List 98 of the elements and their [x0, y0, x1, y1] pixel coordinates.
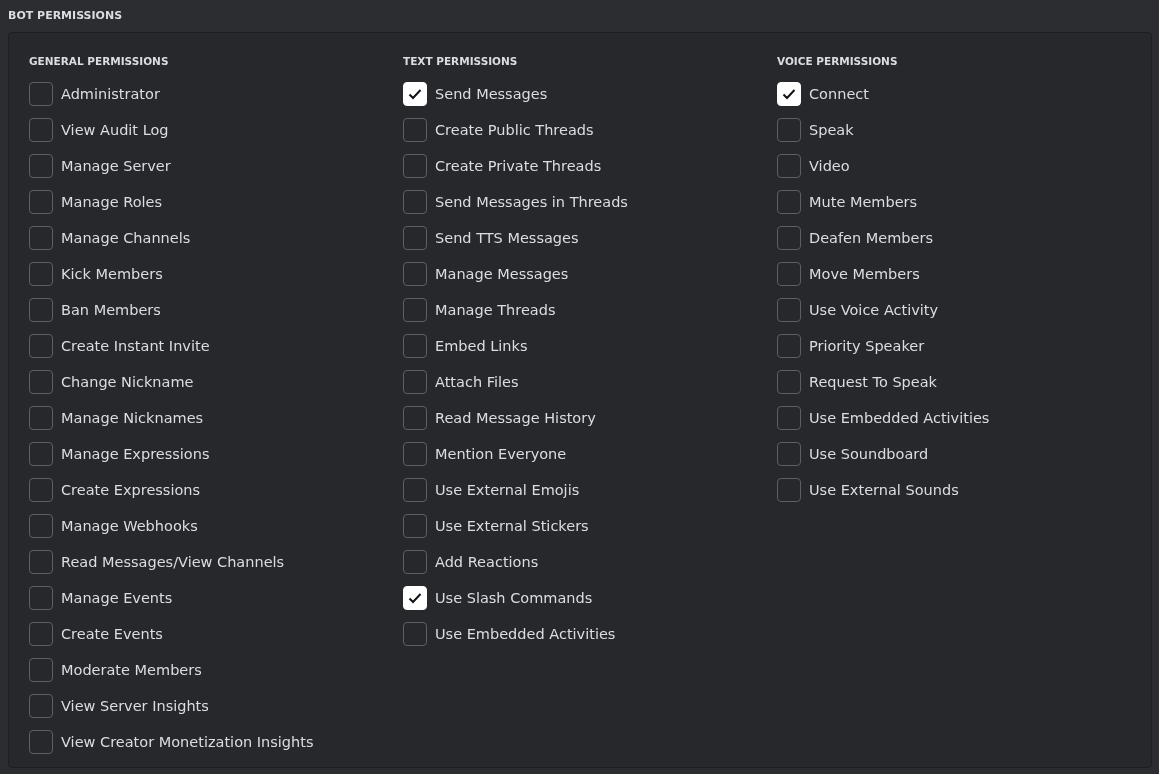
permission-label: Mute Members	[809, 194, 918, 210]
checkbox[interactable]	[777, 118, 801, 142]
permission-label: Attach Files	[435, 374, 519, 390]
checkbox[interactable]	[403, 118, 427, 142]
permission-label: Manage Expressions	[61, 446, 210, 462]
permission-label: Manage Webhooks	[61, 518, 198, 534]
checkbox[interactable]	[29, 442, 53, 466]
checkbox[interactable]	[403, 406, 427, 430]
checkbox[interactable]	[29, 190, 53, 214]
checkbox[interactable]	[403, 262, 427, 286]
permission-label: View Creator Monetization Insights	[61, 734, 314, 750]
checkbox[interactable]	[29, 586, 53, 610]
checkbox[interactable]	[777, 406, 801, 430]
permission-label: Deafen Members	[809, 230, 933, 246]
checkbox[interactable]	[403, 154, 427, 178]
permission-label: Manage Channels	[61, 230, 191, 246]
checkbox[interactable]	[403, 442, 427, 466]
checkbox[interactable]	[777, 262, 801, 286]
permission-label: Mention Everyone	[435, 446, 567, 462]
permission-label: Create Instant Invite	[61, 338, 210, 354]
checkbox[interactable]	[29, 298, 53, 322]
permission-label: Add Reactions	[435, 554, 539, 570]
checkbox[interactable]	[29, 694, 53, 718]
checkbox[interactable]	[29, 226, 53, 250]
permission-label: Manage Threads	[435, 302, 556, 318]
permission-label: Use Soundboard	[809, 446, 929, 462]
permission-label: Manage Nicknames	[61, 410, 204, 426]
permission-label: Manage Messages	[435, 266, 569, 282]
permission-label: Change Nickname	[61, 374, 194, 390]
checkbox[interactable]	[777, 442, 801, 466]
checkbox[interactable]	[777, 154, 801, 178]
checkbox[interactable]	[29, 154, 53, 178]
permission-label: Send Messages in Threads	[435, 194, 628, 210]
checkbox[interactable]	[403, 334, 427, 358]
checkbox[interactable]	[403, 298, 427, 322]
permission-label: Manage Server	[61, 158, 171, 174]
checkbox[interactable]	[403, 226, 427, 250]
permission-label: Manage Roles	[61, 194, 162, 210]
checkbox[interactable]	[29, 622, 53, 646]
permission-label: Ban Members	[61, 302, 161, 318]
permission-label: Use External Stickers	[435, 518, 589, 534]
permission-label: Create Public Threads	[435, 122, 594, 138]
checkbox[interactable]	[29, 370, 53, 394]
permission-label: Use Embedded Activities	[809, 410, 990, 426]
checkbox[interactable]	[29, 334, 53, 358]
permission-label: Moderate Members	[61, 662, 202, 678]
checkmark-icon	[408, 592, 422, 604]
permission-label: Read Message History	[435, 410, 596, 426]
permission-label: Use External Emojis	[435, 482, 580, 498]
permission-label: Read Messages/View Channels	[61, 554, 285, 570]
checkbox[interactable]	[777, 298, 801, 322]
checkbox[interactable]	[29, 262, 53, 286]
checkbox[interactable]	[29, 514, 53, 538]
permission-label: Move Members	[809, 266, 920, 282]
checkbox[interactable]	[403, 514, 427, 538]
permission-label: Priority Speaker	[809, 338, 925, 354]
permission-label: Request To Speak	[809, 374, 937, 390]
permission-label: Create Events	[61, 626, 163, 642]
checkmark-icon	[408, 88, 422, 100]
checkbox[interactable]	[403, 478, 427, 502]
permission-label: Speak	[809, 122, 854, 138]
checkbox[interactable]	[403, 622, 427, 646]
checkbox[interactable]	[777, 334, 801, 358]
checkbox[interactable]	[29, 730, 53, 754]
checkbox[interactable]	[29, 550, 53, 574]
permission-label: Connect	[809, 86, 869, 102]
permission-label: Send TTS Messages	[435, 230, 579, 246]
permission-label: Create Expressions	[61, 482, 201, 498]
permission-label: Send Messages	[435, 86, 548, 102]
checkbox[interactable]	[29, 478, 53, 502]
checkbox[interactable]	[403, 190, 427, 214]
permission-label: Kick Members	[61, 266, 163, 282]
group-heading: VOICE PERMISSIONS	[777, 54, 898, 68]
checkbox[interactable]	[29, 406, 53, 430]
group-heading: GENERAL PERMISSIONS	[29, 54, 169, 68]
checkbox[interactable]	[29, 118, 53, 142]
permission-label: Administrator	[61, 86, 160, 102]
checkbox[interactable]	[29, 658, 53, 682]
permission-label: Use External Sounds	[809, 482, 959, 498]
checkbox[interactable]	[403, 370, 427, 394]
section-title: BOT PERMISSIONS	[8, 9, 123, 24]
permission-label: View Server Insights	[61, 698, 209, 714]
permission-label: Embed Links	[435, 338, 528, 354]
checkbox[interactable]	[777, 478, 801, 502]
permission-label: View Audit Log	[61, 122, 169, 138]
checkbox[interactable]	[777, 190, 801, 214]
permission-label: Use Slash Commands	[435, 590, 593, 606]
permission-label: Manage Events	[61, 590, 173, 606]
checkmark-icon	[782, 88, 796, 100]
checkbox[interactable]	[777, 370, 801, 394]
permission-label: Use Voice Activity	[809, 302, 939, 318]
permission-label: Video	[809, 158, 850, 174]
group-heading: TEXT PERMISSIONS	[403, 54, 518, 68]
permission-label: Create Private Threads	[435, 158, 602, 174]
checkbox[interactable]	[777, 226, 801, 250]
checkbox[interactable]	[29, 82, 53, 106]
checkbox[interactable]	[403, 550, 427, 574]
permission-label: Use Embedded Activities	[435, 626, 616, 642]
